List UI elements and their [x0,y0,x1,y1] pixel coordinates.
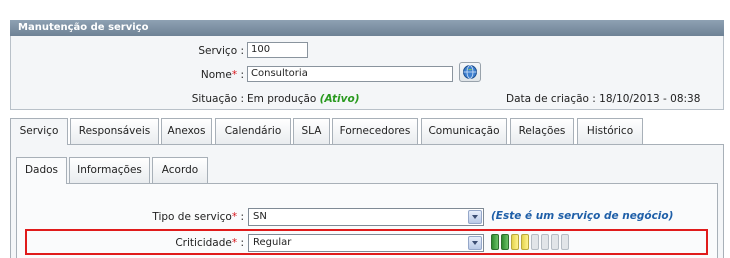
tipo-servico-select[interactable]: SN [248,208,484,226]
tipo-colon: : [237,211,244,223]
tab-sla[interactable]: SLA [293,118,330,144]
criticidade-level-block [501,234,509,250]
nome-field[interactable]: Consultoria [247,66,453,82]
tab-comunicacao[interactable]: Comunicação [421,118,507,144]
tab-calendario[interactable]: Calendário [215,118,291,144]
subtab-acordo[interactable]: Acordo [152,157,208,183]
criticidade-label: Criticidade* : [100,237,244,249]
tipo-servico-value: SN [253,211,267,222]
criticidade-level-block [491,234,499,250]
globe-icon [463,65,477,79]
panel-title: Manutenção de serviço [10,20,724,36]
criticidade-level-block [511,234,519,250]
criticidade-value: Regular [253,237,292,248]
data-criacao-value: 18/10/2013 - 08:38 [599,93,701,105]
criticidade-level-block [531,234,539,250]
tab-historico[interactable]: Histórico [577,118,643,144]
servico-label: Serviço : [198,45,244,57]
tab-anexos[interactable]: Anexos [161,118,212,144]
nome-label-text: Nome [200,69,232,81]
subtab-informacoes[interactable]: Informações [69,157,150,183]
tab-relacoes[interactable]: Relações [510,118,574,144]
criticidade-select[interactable]: Regular [248,234,484,252]
situacao-label: Situação : [191,93,244,105]
tipo-servico-note: (Este é um serviço de negócio) [491,210,674,222]
translate-button[interactable] [459,62,481,82]
criticidade-colon: : [237,237,244,249]
chevron-down-icon [468,236,482,250]
situacao-value-group: Em produção (Ativo) [247,93,360,105]
nome-colon: : [237,69,244,81]
criticidade-level-block [521,234,529,250]
situacao-status: (Ativo) [319,93,360,105]
criticidade-level-block [561,234,569,250]
subtab-dados[interactable]: Dados [16,157,67,184]
chevron-down-icon [468,210,482,224]
situacao-value: Em produção [247,93,317,105]
servico-id-field[interactable]: 100 [247,42,308,58]
tab-servico[interactable]: Serviço [10,118,68,145]
data-criacao: Data de criação : 18/10/2013 - 08:38 [506,93,700,105]
criticidade-label-text: Criticidade [175,237,232,249]
nome-label: Nome* : [150,69,244,81]
criticidade-level-block [551,234,559,250]
tipo-servico-label: Tipo de serviço* : [100,211,244,223]
tab-responsaveis[interactable]: Responsáveis [70,118,159,144]
criticidade-level-block [541,234,549,250]
tipo-servico-label-text: Tipo de serviço [152,211,232,223]
data-criacao-label: Data de criação : [506,93,596,105]
tab-fornecedores[interactable]: Fornecedores [332,118,418,144]
